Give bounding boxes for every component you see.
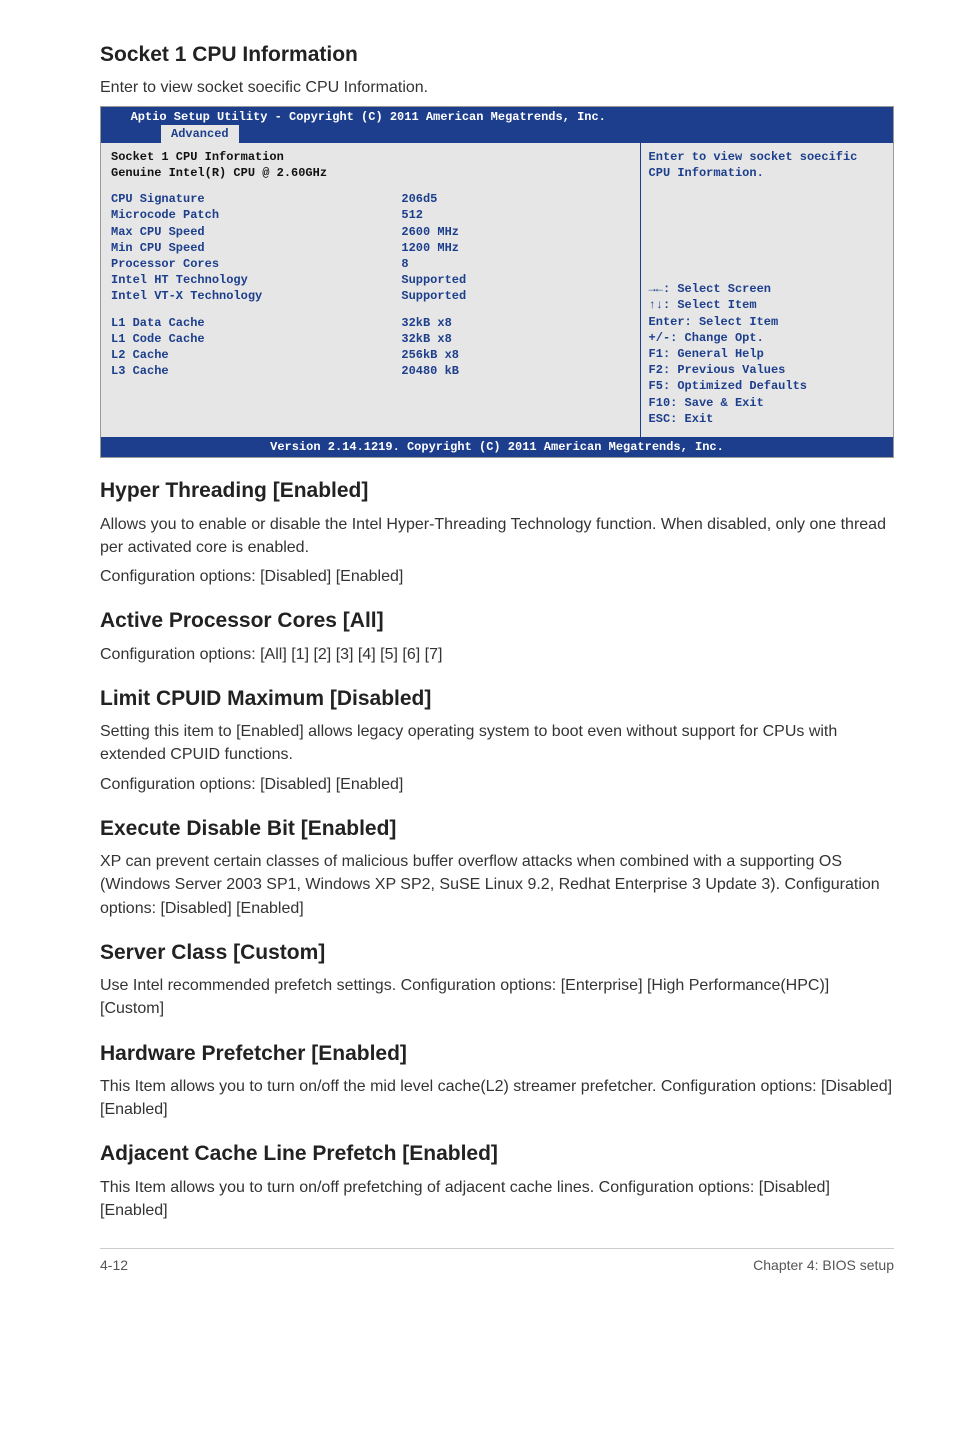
bios-tab-row: Advanced	[101, 125, 893, 143]
bios-header2: Genuine Intel(R) CPU @ 2.60GHz	[111, 165, 401, 181]
bios-nav-line: F2: Previous Values	[649, 362, 885, 378]
heading-execute-disable: Execute Disable Bit [Enabled]	[100, 814, 894, 844]
chapter-title: Chapter 4: BIOS setup	[753, 1255, 894, 1275]
bios-cpu-row: CPU Signature206d5	[111, 191, 630, 207]
bios-help-text: Enter to view socket soecific CPU Inform…	[649, 149, 885, 181]
bios-cpu-row: Intel HT TechnologySupported	[111, 272, 630, 288]
bios-cache-row: L1 Code Cache32kB x8	[111, 331, 630, 347]
heading-socket-info: Socket 1 CPU Information	[100, 40, 894, 70]
bios-header1: Socket 1 CPU Information	[111, 149, 401, 165]
p-server-class: Use Intel recommended prefetch settings.…	[100, 974, 894, 1020]
bios-cache-row: L2 Cache256kB x8	[111, 347, 630, 363]
p-hyper-threading-1: Allows you to enable or disable the Inte…	[100, 513, 894, 559]
bios-nav-line: →←: Select Screen	[649, 281, 885, 297]
bios-nav-line: ↑↓: Select Item	[649, 297, 885, 313]
heading-server-class: Server Class [Custom]	[100, 938, 894, 968]
bios-nav-line: Enter: Select Item	[649, 314, 885, 330]
p-active-cores: Configuration options: [All] [1] [2] [3]…	[100, 643, 894, 666]
p-limit-cpuid-2: Configuration options: [Disabled] [Enabl…	[100, 773, 894, 796]
p-adj-cache: This Item allows you to turn on/off pref…	[100, 1176, 894, 1222]
heading-limit-cpuid: Limit CPUID Maximum [Disabled]	[100, 684, 894, 714]
bios-footer: Version 2.14.1219. Copyright (C) 2011 Am…	[101, 437, 893, 457]
bios-nav-line: F5: Optimized Defaults	[649, 378, 885, 394]
desc-socket-info: Enter to view socket soecific CPU Inform…	[100, 76, 894, 99]
p-hw-prefetcher: This Item allows you to turn on/off the …	[100, 1075, 894, 1121]
p-execute-disable: XP can prevent certain classes of malici…	[100, 850, 894, 920]
bios-cpu-row: Processor Cores8	[111, 256, 630, 272]
bios-cpu-row: Max CPU Speed2600 MHz	[111, 224, 630, 240]
heading-active-cores: Active Processor Cores [All]	[100, 606, 894, 636]
bios-cache-row: L1 Data Cache32kB x8	[111, 315, 630, 331]
bios-titlebar: Aptio Setup Utility - Copyright (C) 2011…	[101, 107, 893, 125]
bios-left-pane: Socket 1 CPU Information Genuine Intel(R…	[101, 143, 640, 437]
bios-nav-line: +/-: Change Opt.	[649, 330, 885, 346]
bios-cpu-row: Min CPU Speed1200 MHz	[111, 240, 630, 256]
heading-hyper-threading: Hyper Threading [Enabled]	[100, 476, 894, 506]
bios-nav-line: F1: General Help	[649, 346, 885, 362]
bios-cpu-row: Intel VT-X TechnologySupported	[111, 288, 630, 304]
bios-tab-advanced[interactable]: Advanced	[161, 125, 239, 143]
bios-cache-row: L3 Cache20480 kB	[111, 363, 630, 379]
page-footer: 4-12 Chapter 4: BIOS setup	[100, 1248, 894, 1275]
bios-cpu-row: Microcode Patch512	[111, 207, 630, 223]
bios-right-pane: Enter to view socket soecific CPU Inform…	[640, 143, 893, 437]
heading-adj-cache: Adjacent Cache Line Prefetch [Enabled]	[100, 1139, 894, 1169]
heading-hw-prefetcher: Hardware Prefetcher [Enabled]	[100, 1039, 894, 1069]
bios-nav-line: ESC: Exit	[649, 411, 885, 427]
bios-nav-line: F10: Save & Exit	[649, 395, 885, 411]
page-number: 4-12	[100, 1255, 128, 1275]
p-hyper-threading-2: Configuration options: [Disabled] [Enabl…	[100, 565, 894, 588]
bios-window: Aptio Setup Utility - Copyright (C) 2011…	[100, 106, 894, 458]
p-limit-cpuid-1: Setting this item to [Enabled] allows le…	[100, 720, 894, 766]
